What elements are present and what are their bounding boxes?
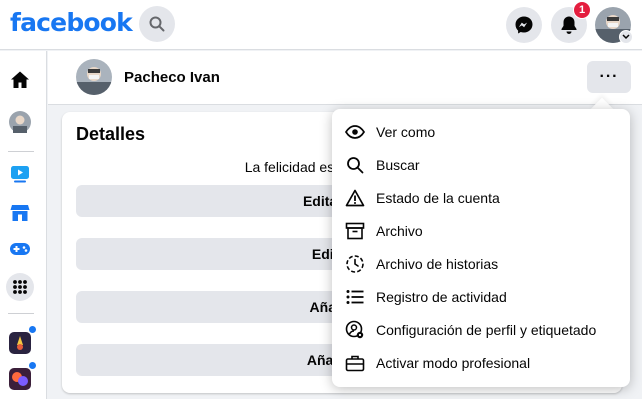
search-icon — [149, 16, 165, 32]
user-photo-icon — [76, 59, 112, 95]
search-button[interactable] — [139, 6, 175, 42]
menu-item-view-as[interactable]: Ver como — [332, 115, 630, 148]
store-icon — [10, 205, 30, 221]
gamepad-icon — [10, 243, 30, 255]
menu-item-search[interactable]: Buscar — [332, 148, 630, 181]
home-shortcut[interactable] — [6, 66, 34, 94]
profile-options-menu: Ver como Buscar Estado de la cuenta Arch… — [332, 109, 630, 387]
watch-shortcut[interactable] — [6, 160, 34, 188]
grid-menu-icon — [6, 273, 34, 301]
archive-icon — [344, 220, 366, 242]
menu-item-label: Ver como — [376, 123, 436, 140]
marketplace-shortcut[interactable] — [6, 199, 34, 227]
menu-item-profile-tagging-settings[interactable]: Configuración de perfil y etiquetado — [332, 313, 630, 346]
group-avatar-icon — [9, 368, 31, 390]
menu-item-activity-log[interactable]: Registro de actividad — [332, 280, 630, 313]
facebook-logo[interactable]: facebook — [10, 8, 133, 37]
bell-icon — [561, 16, 577, 34]
unread-dot — [28, 361, 37, 370]
menu-item-story-archive[interactable]: Archivo de historias — [332, 247, 630, 280]
menu-item-professional-mode[interactable]: Activar modo profesional — [332, 346, 630, 379]
briefcase-icon — [344, 352, 366, 374]
top-navigation-bar: facebook 1 — [0, 0, 642, 50]
profile-header: Pacheco Ivan ··· — [48, 51, 642, 105]
menu-item-label: Estado de la cuenta — [376, 189, 500, 206]
account-menu-chevron[interactable] — [619, 30, 633, 44]
search-icon — [344, 154, 366, 176]
eye-icon — [344, 121, 366, 143]
unread-dot — [28, 325, 37, 334]
user-photo-icon — [9, 111, 31, 133]
messenger-icon — [515, 16, 533, 34]
story-archive-icon — [344, 253, 366, 275]
profile-name[interactable]: Pacheco Ivan — [124, 69, 220, 86]
menu-item-label: Archivo — [376, 222, 423, 239]
profile-avatar[interactable] — [76, 59, 112, 95]
rail-divider — [8, 151, 34, 152]
menu-item-archive[interactable]: Archivo — [332, 214, 630, 247]
menu-item-account-status[interactable]: Estado de la cuenta — [332, 181, 630, 214]
video-icon — [11, 166, 29, 183]
menu-item-label: Buscar — [376, 156, 420, 173]
menu-item-label: Archivo de historias — [376, 255, 499, 272]
gaming-shortcut[interactable] — [6, 235, 34, 263]
group-avatar-icon — [9, 332, 31, 354]
list-icon — [344, 286, 366, 308]
more-dots-icon: ··· — [599, 68, 619, 85]
left-shortcut-rail — [0, 51, 47, 399]
warning-icon — [344, 187, 366, 209]
menu-item-label: Registro de actividad — [376, 288, 507, 305]
profile-settings-icon — [344, 319, 366, 341]
menu-shortcut[interactable] — [6, 273, 34, 301]
profile-shortcut[interactable] — [6, 108, 34, 136]
menu-item-label: Configuración de perfil y etiquetado — [376, 321, 597, 338]
home-icon — [11, 71, 29, 88]
notification-count-badge: 1 — [573, 1, 591, 19]
rail-divider — [8, 313, 34, 314]
menu-item-label: Activar modo profesional — [376, 354, 531, 371]
more-options-button[interactable]: ··· — [587, 61, 631, 93]
details-title: Detalles — [76, 124, 146, 144]
chevron-down-icon — [622, 34, 630, 40]
messenger-button[interactable] — [506, 7, 542, 43]
